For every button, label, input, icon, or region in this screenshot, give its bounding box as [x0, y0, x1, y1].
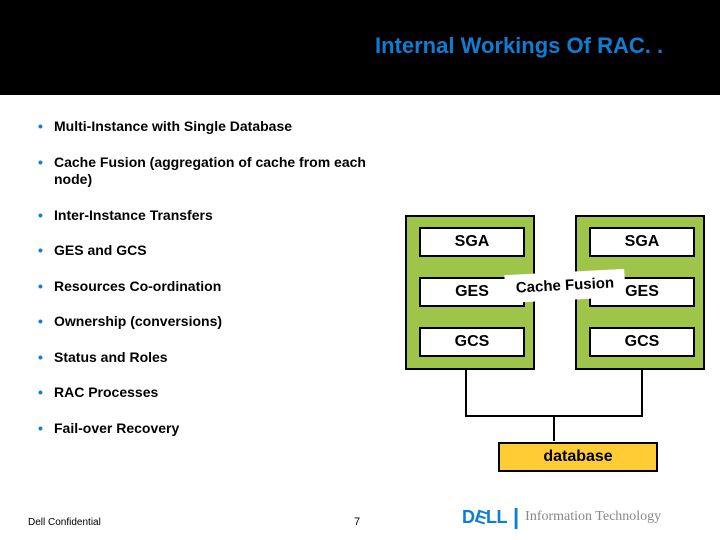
bullet-item: GES and GCS [38, 242, 398, 260]
rac-diagram: SGA GES GCS SGA GES GCS Cache Fusion [405, 215, 705, 405]
bullet-item: Ownership (conversions) [38, 313, 398, 331]
connector [641, 370, 643, 415]
bullet-item: Status and Roles [38, 349, 398, 367]
connector [465, 370, 467, 415]
bullet-item: Inter-Instance Transfers [38, 207, 398, 225]
footer-confidential: Dell Confidential [28, 517, 101, 528]
logo-it-text: Information Technology [525, 509, 661, 525]
bullet-list: Multi-Instance with Single Database Cach… [38, 118, 398, 455]
node-left-gcs: GCS [419, 327, 525, 357]
node-left-sga: SGA [419, 227, 525, 257]
node-right-gcs: GCS [589, 327, 695, 357]
dell-logo: DELL | Information Technology [462, 504, 661, 530]
node-right-sga: SGA [589, 227, 695, 257]
bullet-item: Fail-over Recovery [38, 420, 398, 438]
bullet-item: Multi-Instance with Single Database [38, 118, 398, 136]
footer-page-number: 7 [354, 516, 360, 528]
database-box: database [498, 442, 658, 472]
bullet-item: Cache Fusion (aggregation of cache from … [38, 154, 398, 189]
logo-dell-text: DELL [462, 507, 507, 528]
bullet-item: RAC Processes [38, 384, 398, 402]
bullet-item: Resources Co-ordination [38, 278, 398, 296]
logo-separator: | [513, 504, 519, 530]
slide: Internal Workings Of RAC. . Multi-Instan… [0, 0, 720, 540]
slide-title: Internal Workings Of RAC. . [375, 33, 663, 59]
connector [553, 415, 555, 441]
